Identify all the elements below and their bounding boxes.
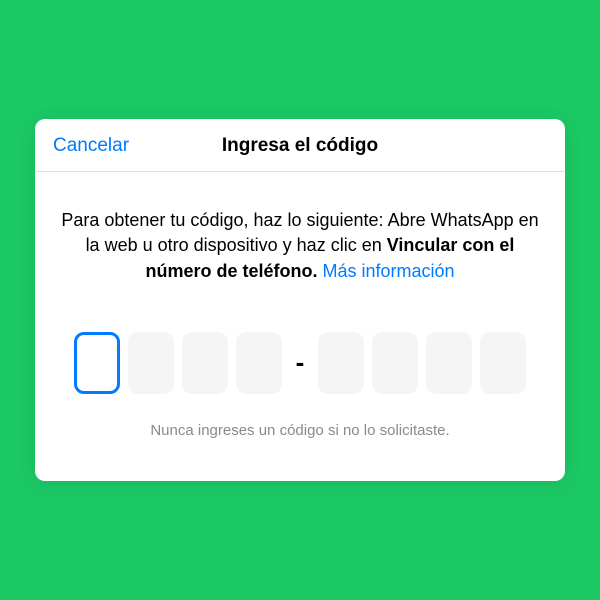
code-digit-8[interactable] <box>480 332 526 394</box>
modal-title: Ingresa el código <box>222 135 378 157</box>
code-digit-1[interactable] <box>74 332 120 394</box>
cancel-button[interactable]: Cancelar <box>53 135 129 157</box>
code-digit-6[interactable] <box>372 332 418 394</box>
code-digit-4[interactable] <box>236 332 282 394</box>
code-digit-5[interactable] <box>318 332 364 394</box>
modal-body: Para obtener tu código, haz lo siguiente… <box>35 172 565 481</box>
warning-text: Nunca ingreses un código si no lo solici… <box>59 422 541 439</box>
code-digit-2[interactable] <box>128 332 174 394</box>
more-info-link[interactable]: Más información <box>322 261 454 281</box>
code-input-row: - <box>59 332 541 394</box>
code-separator: - <box>296 347 305 378</box>
code-digit-7[interactable] <box>426 332 472 394</box>
modal-header: Cancelar Ingresa el código <box>35 119 565 172</box>
enter-code-modal: Cancelar Ingresa el código Para obtener … <box>35 119 565 481</box>
code-digit-3[interactable] <box>182 332 228 394</box>
instructions-text: Para obtener tu código, haz lo siguiente… <box>59 208 541 284</box>
